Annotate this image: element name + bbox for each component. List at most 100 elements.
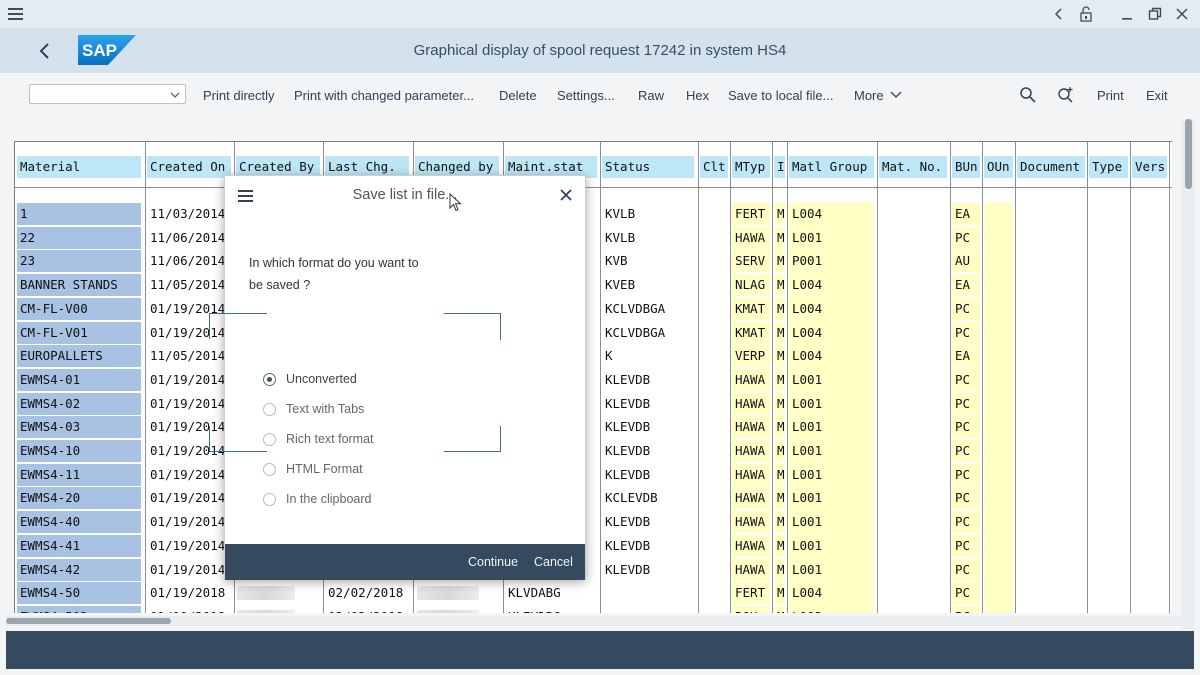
raw-button[interactable]: Raw [638,88,664,103]
cell-mtyp: HAWA [732,416,770,439]
cancel-button[interactable]: Cancel [534,555,573,569]
cell-i: M [774,511,785,534]
col-header-created-on[interactable]: Created On [147,156,231,178]
col-header-vers[interactable]: Vers [1132,156,1167,178]
print-directly-button[interactable]: Print directly [203,88,275,103]
cell-material[interactable]: CM-FL-V01 [17,321,141,344]
toolbar-dropdown[interactable] [29,84,186,104]
cell-material[interactable]: EWMS4-03 [17,416,141,439]
settings-button[interactable]: Settings... [557,88,615,103]
lock-icon[interactable] [1075,4,1097,24]
radio[interactable] [263,462,276,476]
col-header-oun[interactable]: OUn [984,156,1013,178]
cell-material[interactable]: BANNER STANDS [17,274,141,297]
cell-mtyp: KMAT [732,297,770,320]
col-header-mat-no[interactable]: Mat. No. [879,156,947,178]
col-header-document[interactable]: Document [1017,156,1085,178]
radio[interactable] [263,402,276,416]
cell-status: KLEVDB [605,419,651,435]
col-header-mtyp[interactable]: MTyp [732,156,770,178]
scroll-thumb[interactable] [1185,119,1192,189]
cell-matl-group: L001 [789,368,874,391]
search-next-icon[interactable] [1057,86,1075,104]
dialog-title: Save list in file... [352,187,458,203]
radio[interactable] [263,492,276,506]
exit-button[interactable]: Exit [1146,88,1168,103]
cell-bun: PC [952,582,980,605]
back-icon[interactable] [34,40,56,62]
cell-i: M [774,321,785,344]
cell-material[interactable]: EWMS4-11 [17,463,141,486]
option-text-with-tabs[interactable]: Text with Tabs [263,399,364,419]
cell-created-on: 11/03/2014 [150,206,226,221]
cell-material[interactable]: 1 [17,203,141,225]
option-unconverted[interactable]: Unconverted [263,369,357,389]
cell-created-on: 01/19/2014 [150,514,226,530]
cell-material[interactable]: 23 [17,250,141,273]
radio-selected[interactable] [263,372,276,386]
cell-i: M [774,440,785,462]
cell-mtyp: HAWA [732,368,770,391]
menu-icon[interactable] [6,4,26,24]
col-header-type[interactable]: Type [1089,156,1128,178]
cell-created-on: 01/19/2018 [150,585,226,601]
cell-material[interactable]: EWMS4-01 [17,368,141,391]
cell-status: KVLB [605,206,636,221]
restore-icon[interactable] [1144,4,1166,24]
save-local-file-button[interactable]: Save to local file... [728,88,834,103]
cell-material[interactable]: EWMS4-02 [17,392,141,415]
cell-status: KCLEVDB [605,490,658,506]
mouse-cursor-icon [449,192,463,213]
horizontal-scrollbar[interactable] [6,616,1186,626]
cell-material[interactable]: EWMS4-10 [17,440,141,462]
option-rich-text-format[interactable]: Rich text format [263,429,374,449]
more-button[interactable]: More [854,88,902,103]
cell-mtyp: HAWA [732,487,770,510]
col-header-clt[interactable]: Clt [700,156,728,178]
cell-mtyp: HAWA [732,440,770,462]
cell-material[interactable]: EWMS4-42 [17,558,141,581]
chevron-down-icon [890,91,902,98]
cell-material[interactable]: EUROPALLETS [17,345,141,368]
cell-matl-group: L004 [789,321,874,344]
delete-button[interactable]: Delete [499,88,537,103]
scroll-thumb[interactable] [6,618,171,624]
cell-material[interactable]: EWMS4-20 [17,487,141,510]
close-icon[interactable] [557,186,575,204]
col-header-matl-group[interactable]: Matl Group [789,156,874,178]
cell-status: KLEVDB [605,371,651,387]
radio[interactable] [263,432,276,446]
menu-icon[interactable] [237,188,255,204]
col-header-i[interactable]: I [774,156,785,178]
chevron-left-icon[interactable] [1048,4,1070,24]
cell-bun: PC [952,534,980,557]
cell-material[interactable]: 22 [17,226,141,249]
option-clipboard[interactable]: In the clipboard [263,489,371,509]
col-header-material[interactable]: Material [17,156,141,178]
print-button[interactable]: Print [1097,88,1124,103]
cell-material[interactable]: EWMS4-50 [17,582,141,605]
cell-mtyp: HAWA [732,558,770,581]
close-icon[interactable] [1171,4,1193,24]
cell-material[interactable]: EWMS4-502 [17,605,141,613]
hex-button[interactable]: Hex [686,88,709,103]
cell-material[interactable]: EWMS4-40 [17,511,141,534]
cell-status: KLEVDB [605,395,651,411]
option-html-format[interactable]: HTML Format [263,459,363,479]
continue-button[interactable]: Continue [468,555,518,569]
cell-bun: PC [952,558,980,581]
search-icon[interactable] [1019,86,1037,104]
col-header-bun[interactable]: BUn [952,156,980,178]
cell-i: M [774,250,785,273]
minimize-icon[interactable] [1116,4,1138,24]
cell-bun: PC [952,440,980,462]
col-header-status[interactable]: Status [602,156,694,178]
cell-created-on: 01/19/2014 [150,537,226,553]
cell-mtyp: SERV [732,250,770,273]
cell-material[interactable]: CM-FL-V00 [17,297,141,320]
print-changed-button[interactable]: Print with changed parameter... [294,88,474,103]
cell-i: M [774,487,785,510]
vertical-scrollbar[interactable] [1182,119,1194,629]
cell-bun: EA [952,203,980,225]
cell-material[interactable]: EWMS4-41 [17,534,141,557]
